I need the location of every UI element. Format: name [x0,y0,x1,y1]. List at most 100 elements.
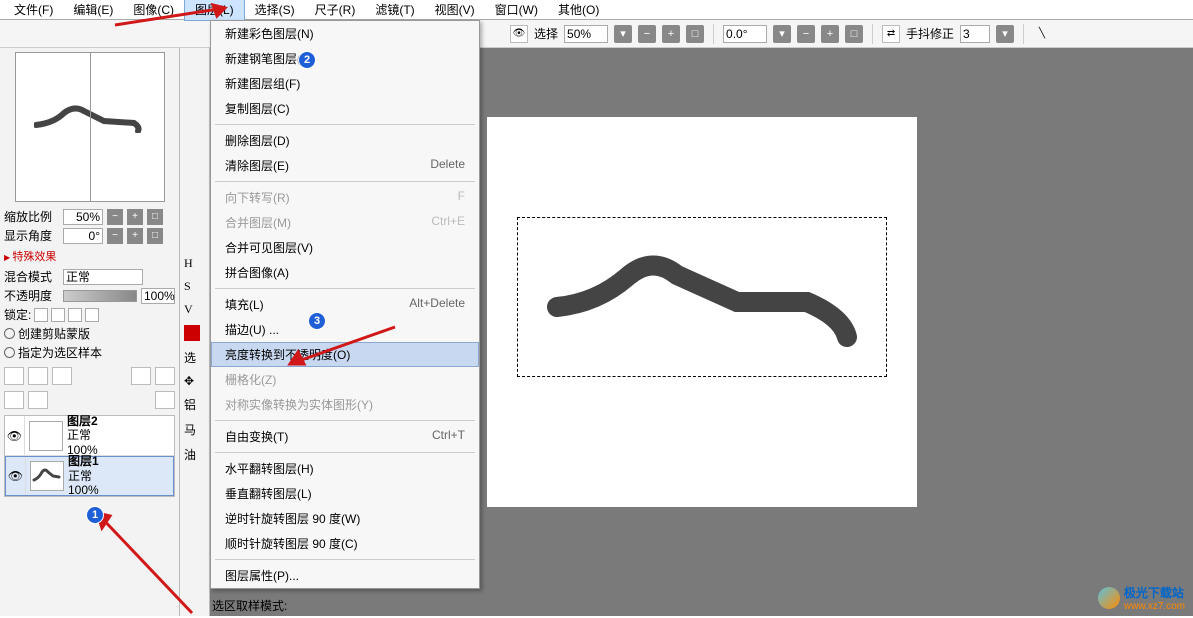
annotation-1: 1 [86,506,104,524]
zoom-plus[interactable]: + [127,209,143,225]
rotate-input[interactable] [723,25,767,43]
angle-label: 显示角度 [4,227,59,244]
layer-mode: 正常 [67,428,98,442]
angle-plus[interactable]: + [127,228,143,244]
menu-item[interactable]: 删除图层(D) [211,128,479,153]
zoom-label: 缩放比例 [4,208,59,225]
menu-item[interactable]: 水平翻转图层(H) [211,456,479,481]
new-layer-icon[interactable] [4,367,24,385]
layer-item[interactable]: 👁 图层2 正常 100% [5,416,174,456]
menu-item[interactable]: 填充(L)Alt+Delete [211,292,479,317]
menu-file[interactable]: 文件(F) [4,0,63,20]
stabilizer-dropdown[interactable]: ▾ [996,25,1014,43]
menu-window[interactable]: 窗口(W) [485,0,548,20]
menu-item[interactable]: 复制图层(C) [211,96,479,121]
color-swatch[interactable] [184,325,200,341]
mid-char: 油 [184,446,205,463]
new-pen-layer-icon[interactable] [28,367,48,385]
blend-select[interactable] [63,269,143,285]
layer-thumbnail [30,461,64,491]
rotate-plus[interactable]: + [821,25,839,43]
lock-pixel-icon[interactable] [34,308,48,322]
menu-item: 合并图层(M)Ctrl+E [211,210,479,235]
clip-radio[interactable] [4,328,15,339]
layer-name: 图层2 [67,414,98,428]
rotate-minus[interactable]: − [797,25,815,43]
dropdown-btn[interactable]: ▾ [614,25,632,43]
eye-icon[interactable]: 👁 [510,25,528,43]
select-zoom-input[interactable] [564,25,608,43]
clip-label: 创建剪贴蒙版 [18,325,90,342]
opacity-value: 100% [141,288,175,304]
sel-label: 指定为选区样本 [18,344,102,361]
menu-item[interactable]: 清除图层(E)Delete [211,153,479,178]
mid-char: 选 [184,349,205,366]
zoom-reset[interactable]: □ [147,209,163,225]
zoom-value[interactable]: 50% [63,209,103,225]
stabilizer-input[interactable] [960,25,990,43]
menu-ruler[interactable]: 尺子(R) [305,0,366,20]
watermark-url: www.xz7.com [1124,601,1185,612]
visibility-toggle[interactable]: 👁 [5,416,25,455]
clear-icon[interactable] [28,391,48,409]
menu-item[interactable]: 新建彩色图层(N) [211,21,479,46]
bucket-icon[interactable] [131,367,151,385]
bottom-label: 选区取样模式: [212,597,287,614]
mid-char: 马 [184,421,205,438]
angle-minus[interactable]: − [107,228,123,244]
menu-item[interactable]: 顺时针旋转图层 90 度(C) [211,531,479,556]
menu-item[interactable]: 逆时针旋转图层 90 度(W) [211,506,479,531]
line-tool-icon[interactable]: ╲ [1033,25,1051,43]
move-icon[interactable]: ✥ [184,374,205,388]
plus-btn[interactable]: + [662,25,680,43]
layer-thumbnail [29,421,63,451]
mid-char: 铝 [184,396,205,413]
visibility-toggle[interactable]: 👁 [6,457,26,495]
mask-icon[interactable] [52,367,72,385]
delete-layer-icon[interactable] [155,367,175,385]
menu-item[interactable]: 自由变换(T)Ctrl+T [211,424,479,449]
menu-item: 向下转写(R)F [211,185,479,210]
watermark: 极光下载站 www.xz7.com [1098,584,1185,612]
minus-btn[interactable]: − [638,25,656,43]
merge-down-icon[interactable] [4,391,24,409]
lock-label: 锁定: [4,306,31,323]
layer-name: 图层1 [68,454,99,468]
menu-other[interactable]: 其他(O) [548,0,609,20]
navigator-thumb[interactable] [15,52,165,202]
menu-item[interactable]: 新建图层组(F) [211,71,479,96]
effects-collapse[interactable]: 特殊效果 [4,248,175,264]
watermark-name: 极光下载站 [1124,584,1185,601]
annotation-2: 2 [298,51,316,69]
menu-item[interactable]: 新建钢笔图层(I) [211,46,479,71]
angle-value[interactable]: 0° [63,228,103,244]
canvas[interactable] [487,117,917,507]
menu-item: 对称实像转换为实体图形(Y) [211,392,479,417]
menu-view[interactable]: 视图(V) [425,0,485,20]
trash-icon[interactable] [155,391,175,409]
rotate-dropdown[interactable]: ▾ [773,25,791,43]
menu-filter[interactable]: 滤镜(T) [365,0,424,20]
layer-menu-dropdown: 新建彩色图层(N)新建钢笔图层(I)新建图层组(F)复制图层(C) 删除图层(D)… [210,20,480,589]
stabilizer-label: 手抖修正 [906,25,954,42]
zoom-minus[interactable]: − [107,209,123,225]
rotate-reset[interactable]: □ [845,25,863,43]
flip-icon[interactable]: ⇄ [882,25,900,43]
menu-item[interactable]: 垂直翻转图层(L) [211,481,479,506]
lock-move-icon[interactable] [68,308,82,322]
reset-btn[interactable]: □ [686,25,704,43]
lock-all-icon[interactable] [85,308,99,322]
menu-item[interactable]: 拼合图像(A) [211,260,479,285]
lock-alpha-icon[interactable] [51,308,65,322]
opacity-label: 不透明度 [4,287,59,304]
menu-item[interactable]: 合并可见图层(V) [211,235,479,260]
blend-label: 混合模式 [4,268,59,285]
sat-label: S [184,279,205,294]
angle-reset[interactable]: □ [147,228,163,244]
opacity-slider[interactable] [63,290,137,302]
menu-select[interactable]: 选择(S) [245,0,305,20]
watermark-logo-icon [1098,587,1120,609]
val-label: V [184,302,205,317]
menu-item[interactable]: 图层属性(P)... [211,563,479,588]
sel-radio[interactable] [4,347,15,358]
